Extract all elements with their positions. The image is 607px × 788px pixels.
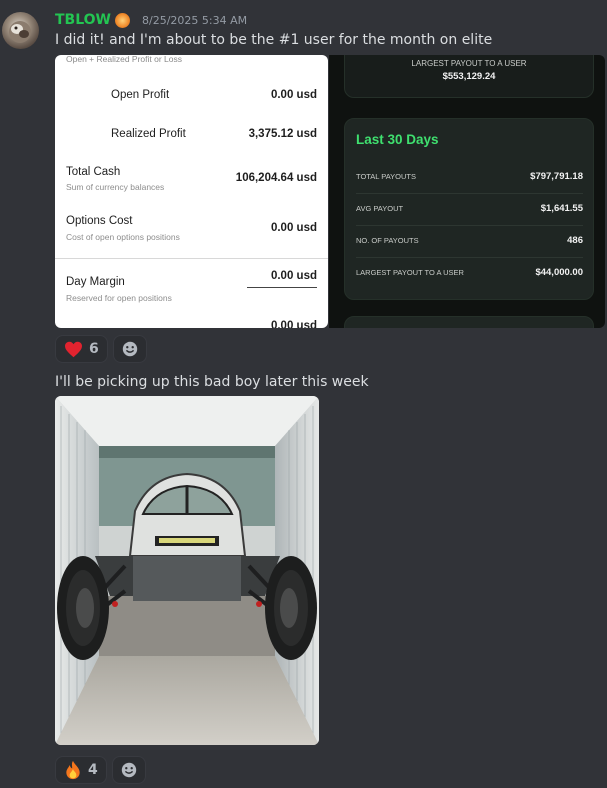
image-attachment-payout-stats[interactable]: LARGEST PAYOUT TO A USER $553,129.24 Las… — [329, 55, 605, 328]
largest-payout-value: $553,129.24 — [442, 71, 496, 82]
stat-row: AVG PAYOUT $1,641.55 — [356, 193, 583, 226]
smiley-add-reaction-icon — [122, 341, 137, 357]
largest-payout-card: LARGEST PAYOUT TO A USER $553,129.24 — [344, 55, 594, 98]
add-reaction-button[interactable] — [112, 335, 147, 363]
total-cash-sub: Sum of currency balances — [66, 182, 165, 192]
message-header: TBLOW 8/25/2025 5:34 AM — [55, 10, 247, 30]
cut-off-card — [344, 316, 594, 328]
options-cost-label: Options Cost — [66, 215, 133, 227]
image-attachment-account-summary[interactable]: Open + Realized Profit or Loss Open Prof… — [55, 55, 328, 328]
day-margin-underline — [247, 287, 317, 288]
total-cash-label: Total Cash — [66, 166, 121, 178]
cut-off-value: 0.00 usd — [270, 320, 317, 328]
stat-row: NO. OF PAYOUTS 486 — [356, 225, 583, 258]
stat-row: TOTAL PAYOUTS $797,791.18 — [356, 161, 583, 194]
stat-label: NO. OF PAYOUTS — [356, 236, 419, 245]
options-cost-value: 0.00 usd — [270, 222, 317, 234]
realized-profit-label: Realized Profit — [111, 128, 186, 140]
message-text: I did it! and I'm about to be the #1 use… — [55, 32, 493, 48]
last-30-days-title: Last 30 Days — [356, 132, 439, 147]
stat-row: LARGEST PAYOUT TO A USER $44,000.00 — [356, 257, 583, 289]
day-margin-value: 0.00 usd — [270, 270, 317, 282]
stat-label: TOTAL PAYOUTS — [356, 172, 417, 181]
image-attachment-dune-buggy-photo[interactable] — [55, 396, 319, 745]
open-profit-label: Open Profit — [111, 89, 170, 101]
reaction-count: 6 — [89, 341, 99, 357]
open-profit-value: 0.00 usd — [270, 89, 317, 101]
cut-off-subtitle: Open + Realized Profit or Loss — [66, 55, 182, 64]
reaction-heart[interactable]: 6 — [55, 335, 108, 363]
heart-icon — [65, 341, 82, 357]
realized-profit-value: 3,375.12 usd — [248, 128, 317, 140]
stat-value: $797,791.18 — [530, 171, 583, 182]
reaction-fire[interactable]: 4 — [55, 756, 107, 784]
total-cash-value: 106,204.64 usd — [235, 172, 317, 184]
username[interactable]: TBLOW — [55, 12, 111, 28]
stat-label: LARGEST PAYOUT TO A USER — [356, 268, 464, 277]
options-cost-sub: Cost of open options positions — [66, 232, 180, 242]
day-margin-label: Day Margin — [66, 276, 125, 288]
reactions-bar: 6 — [55, 335, 152, 363]
day-margin-sub: Reserved for open positions — [66, 293, 172, 303]
dune-buggy-photo — [55, 396, 319, 745]
stat-label: AVG PAYOUT — [356, 204, 404, 213]
message-timestamp[interactable]: 8/25/2025 5:34 AM — [142, 14, 247, 27]
message-text: I'll be picking up this bad boy later th… — [55, 374, 369, 390]
user-avatar[interactable] — [2, 12, 39, 49]
avatar-image — [9, 21, 31, 43]
last-30-days-card: Last 30 Days TOTAL PAYOUTS $797,791.18 A… — [344, 118, 594, 300]
stat-value: 486 — [567, 235, 583, 246]
reactions-bar: 4 — [55, 756, 151, 784]
reaction-count: 4 — [88, 762, 98, 778]
stat-value: $44,000.00 — [535, 267, 583, 278]
smiley-add-reaction-icon — [121, 762, 136, 778]
largest-payout-label: LARGEST PAYOUT TO A USER — [411, 59, 527, 68]
sun-badge-icon — [115, 12, 130, 28]
stat-value: $1,641.55 — [540, 203, 583, 214]
fire-icon — [66, 760, 80, 780]
section-divider — [55, 258, 328, 259]
add-reaction-button[interactable] — [111, 756, 146, 784]
